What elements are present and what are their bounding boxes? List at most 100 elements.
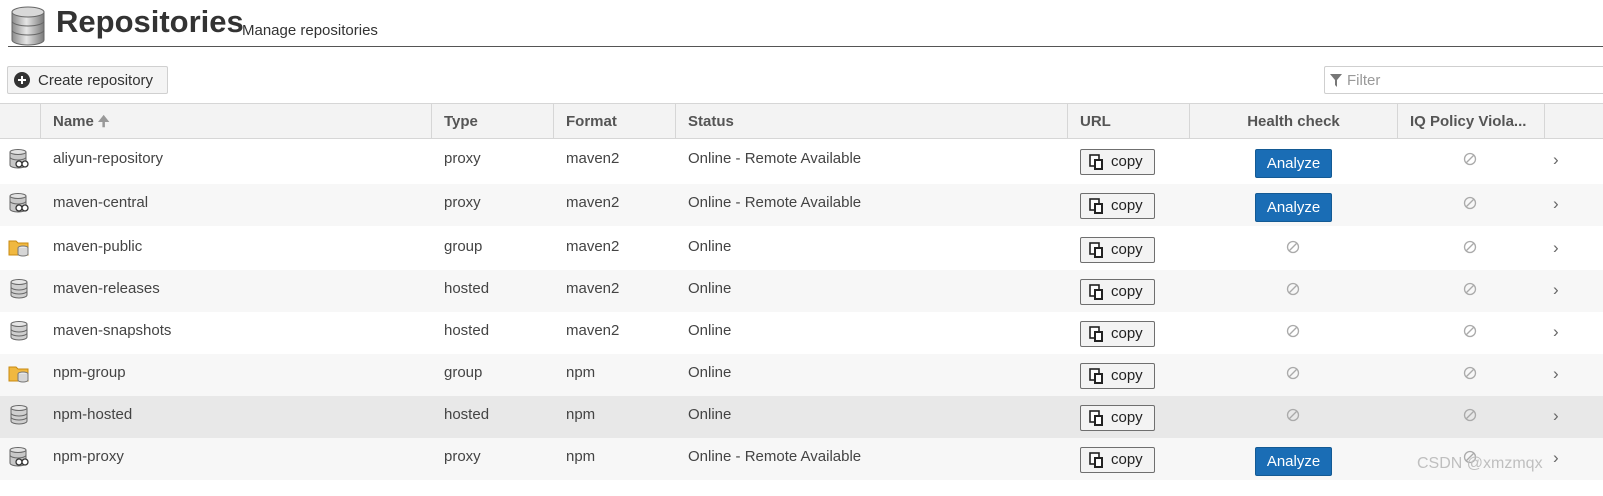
sort-ascending-icon: 🠉 [97, 113, 110, 129]
repository-name: maven-releases [53, 280, 160, 297]
column-header-format[interactable]: Format [554, 104, 676, 139]
table-row[interactable]: maven-releases hosted maven2 Online copy › [0, 270, 1603, 312]
repository-format: maven2 [566, 280, 620, 297]
chevron-right-icon[interactable]: › [1553, 280, 1559, 300]
copy-label: copy [1111, 367, 1143, 384]
repository-type: hosted [444, 406, 490, 423]
repository-status: Online [688, 280, 732, 297]
chevron-right-icon[interactable]: › [1553, 150, 1559, 170]
chevron-right-icon[interactable]: › [1553, 448, 1559, 468]
health-check-unavailable-icon [1286, 366, 1300, 380]
page-subtitle: Manage repositories [242, 22, 378, 39]
repository-type: hosted [444, 280, 490, 297]
repository-name: npm-proxy [53, 448, 124, 465]
copy-url-button[interactable]: copy [1080, 405, 1155, 431]
chevron-right-icon[interactable]: › [1553, 238, 1559, 258]
page-header: Repositories Manage repositories [0, 0, 1603, 48]
analyze-button[interactable]: Analyze [1255, 447, 1332, 476]
iq-policy-unavailable-icon [1463, 282, 1477, 296]
table-row[interactable]: maven-snapshots hosted maven2 Online copy › [0, 312, 1603, 354]
database-icon [11, 6, 45, 46]
copy-label: copy [1111, 325, 1143, 342]
plus-circle-icon [14, 72, 30, 88]
copy-label: copy [1111, 283, 1143, 300]
filter-icon [1330, 74, 1342, 87]
iq-policy-unavailable-icon [1463, 324, 1477, 338]
repository-name: maven-snapshots [53, 322, 172, 339]
copy-label: copy [1111, 197, 1143, 214]
health-check-unavailable-icon [1286, 408, 1300, 422]
repository-status: Online [688, 364, 732, 381]
health-check-unavailable-icon [1286, 324, 1300, 338]
chevron-right-icon[interactable]: › [1553, 322, 1559, 342]
copy-url-button[interactable]: copy [1080, 321, 1155, 347]
copy-url-button[interactable]: copy [1080, 237, 1155, 263]
group-repository-icon [8, 240, 29, 257]
column-header-iq-policy[interactable]: IQ Policy Viola... [1398, 104, 1545, 139]
column-header-name[interactable]: Name 🠉 [41, 104, 432, 139]
copy-icon [1089, 326, 1103, 342]
group-repository-icon [8, 366, 29, 383]
column-header-url[interactable]: URL [1068, 104, 1190, 139]
repository-format: maven2 [566, 238, 620, 255]
repository-status: Online [688, 322, 732, 339]
repository-type: proxy [444, 194, 481, 211]
analyze-button[interactable]: Analyze [1255, 149, 1332, 178]
column-header-status[interactable]: Status [676, 104, 1068, 139]
chevron-right-icon[interactable]: › [1553, 364, 1559, 384]
table-row[interactable]: npm-group group npm Online copy › [0, 354, 1603, 396]
repository-status: Online - Remote Available [688, 194, 862, 211]
copy-url-button[interactable]: copy [1080, 193, 1155, 219]
chevron-right-icon[interactable]: › [1553, 194, 1559, 214]
table-row[interactable]: npm-proxy proxy npm Online - Remote Availab… [0, 438, 1603, 480]
table-row[interactable]: aliyun-repository proxy maven2 Online - Rem… [0, 140, 1603, 182]
copy-url-button[interactable]: copy [1080, 447, 1155, 473]
repository-name: maven-public [53, 238, 143, 255]
health-check-unavailable-icon [1286, 282, 1300, 296]
repository-name: aliyun-repository [53, 150, 164, 167]
repository-type: group [444, 364, 483, 381]
table-row[interactable]: maven-public group maven2 Online copy › [0, 228, 1603, 270]
page-title: Repositories [56, 4, 244, 39]
repository-type: proxy [444, 448, 481, 465]
repository-type: hosted [444, 322, 490, 339]
column-header-icon [0, 104, 41, 139]
repository-name: maven-central [53, 194, 149, 211]
copy-url-button[interactable]: copy [1080, 279, 1155, 305]
copy-icon [1089, 452, 1103, 468]
iq-policy-unavailable-icon [1463, 152, 1477, 166]
repository-status: Online [688, 238, 732, 255]
repository-type: group [444, 238, 483, 255]
iq-policy-unavailable-icon [1463, 366, 1477, 380]
copy-url-button[interactable]: copy [1080, 149, 1155, 175]
filter-box[interactable] [1324, 66, 1603, 94]
repository-format: maven2 [566, 322, 620, 339]
iq-policy-unavailable-icon [1463, 240, 1477, 254]
create-repository-button[interactable]: Create repository [7, 66, 168, 94]
copy-icon [1089, 368, 1103, 384]
table-row[interactable]: maven-central proxy maven2 Online - Remote … [0, 184, 1603, 226]
analyze-button[interactable]: Analyze [1255, 193, 1332, 222]
hosted-repository-icon [10, 279, 28, 299]
chevron-right-icon[interactable]: › [1553, 406, 1559, 426]
copy-label: copy [1111, 153, 1143, 170]
copy-icon [1089, 410, 1103, 426]
iq-policy-unavailable-icon [1463, 196, 1477, 210]
repository-status: Online - Remote Available [688, 448, 862, 465]
repository-type: proxy [444, 150, 481, 167]
copy-url-button[interactable]: copy [1080, 363, 1155, 389]
repository-name: npm-hosted [53, 406, 133, 423]
repository-format: npm [566, 364, 596, 381]
filter-input[interactable] [1347, 70, 1597, 90]
hosted-repository-icon [10, 321, 28, 341]
hosted-repository-icon [10, 405, 28, 425]
copy-icon [1089, 242, 1103, 258]
column-header-health-check[interactable]: Health check [1190, 104, 1398, 139]
copy-label: copy [1111, 451, 1143, 468]
table-row[interactable]: npm-hosted hosted npm Online copy › [0, 396, 1603, 438]
repository-format: npm [566, 406, 596, 423]
column-header-type[interactable]: Type [432, 104, 554, 139]
proxy-repository-icon [9, 447, 29, 467]
repository-status: Online - Remote Available [688, 150, 862, 167]
repository-format: maven2 [566, 194, 620, 211]
